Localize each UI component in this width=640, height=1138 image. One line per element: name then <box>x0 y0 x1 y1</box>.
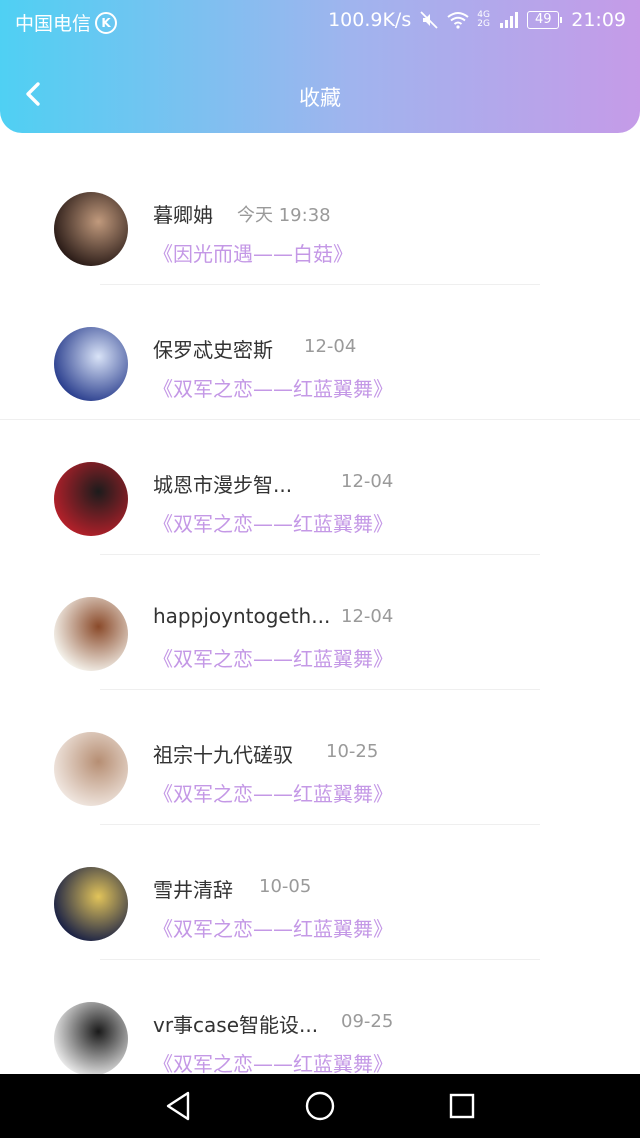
work-title-link[interactable]: 《双军之恋——红蓝翼舞》 <box>153 508 393 537</box>
timestamp: 12-04 <box>341 471 394 492</box>
avatar[interactable] <box>54 327 128 401</box>
user-name: happjoyntogeth... <box>153 604 331 628</box>
list-item[interactable]: happjoyntogeth... 12-04 《双军之恋——红蓝翼舞》 <box>0 555 640 690</box>
avatar[interactable] <box>54 192 128 266</box>
user-name: 保罗忒史密斯 <box>153 338 273 362</box>
network-type: 4G 2G <box>477 10 490 29</box>
favorites-list: 暮卿姌 今天 19:38 《因光而遇——白菇》保罗忒史密斯 12-04 《双军之恋——红… <box>0 150 640 1075</box>
work-title-link[interactable]: 《双军之恋——红蓝翼舞》 <box>153 1048 393 1075</box>
avatar[interactable] <box>54 867 128 941</box>
timestamp: 09-25 <box>341 1011 394 1032</box>
user-name: 雪井清辞 <box>153 878 233 902</box>
battery-icon: 49 <box>527 11 563 29</box>
navbar: 收藏 <box>0 60 640 132</box>
page-title: 收藏 <box>299 86 341 110</box>
work-title-link[interactable]: 《双军之恋——红蓝翼舞》 <box>153 373 393 402</box>
avatar[interactable] <box>54 1002 128 1075</box>
avatar[interactable] <box>54 462 128 536</box>
user-name: vr事case智能设... <box>153 1013 319 1037</box>
carrier-name: 中国电信 <box>15 13 92 35</box>
timestamp: 12-04 <box>304 336 357 357</box>
user-name: 祖宗十九代磋驭 <box>153 743 293 767</box>
list-item[interactable]: vr事case智能设... 09-25 《双军之恋——红蓝翼舞》 <box>0 960 640 1075</box>
list-item[interactable]: 城恩市漫步智... 12-04 《双军之恋——红蓝翼舞》 <box>0 420 640 555</box>
square-recents-icon[interactable] <box>444 1088 480 1124</box>
system-nav-bar <box>0 1074 640 1138</box>
circle-home-icon[interactable] <box>302 1088 338 1124</box>
list-item[interactable]: 暮卿姌 今天 19:38 《因光而遇——白菇》 <box>0 150 640 285</box>
status-bar: 中国电信 K 100.9K/s 4G 2G 49 21:09 <box>0 0 640 44</box>
list-item[interactable]: 祖宗十九代磋驭 10-25 《双军之恋——红蓝翼舞》 <box>0 690 640 825</box>
wifi-icon <box>447 12 469 29</box>
work-title-link[interactable]: 《双军之恋——红蓝翼舞》 <box>153 913 393 942</box>
network-speed: 100.9K/s <box>328 9 412 31</box>
avatar[interactable] <box>54 732 128 806</box>
clock: 21:09 <box>571 9 626 31</box>
header: 中国电信 K 100.9K/s 4G 2G 49 21:09 收藏 <box>0 0 640 133</box>
carrier: 中国电信 K <box>15 9 118 36</box>
user-name: 暮卿姌 <box>153 203 213 227</box>
user-name: 城恩市漫步智... <box>153 473 293 497</box>
timestamp: 10-25 <box>326 741 379 762</box>
carrier-badge-icon: K <box>95 11 118 34</box>
signal-icon <box>500 12 519 28</box>
work-title-link[interactable]: 《双军之恋——红蓝翼舞》 <box>153 643 393 672</box>
mute-icon <box>420 11 438 29</box>
timestamp: 12-04 <box>341 606 394 627</box>
timestamp: 10-05 <box>259 876 312 897</box>
status-indicators: 100.9K/s 4G 2G 49 21:09 <box>328 9 626 31</box>
list-item[interactable]: 保罗忒史密斯 12-04 《双军之恋——红蓝翼舞》 <box>0 285 640 420</box>
triangle-back-icon[interactable] <box>160 1088 196 1124</box>
work-title-link[interactable]: 《双军之恋——红蓝翼舞》 <box>153 778 393 807</box>
work-title-link[interactable]: 《因光而遇——白菇》 <box>153 238 353 267</box>
timestamp: 今天 19:38 <box>237 205 331 226</box>
list-item[interactable]: 雪井清辞 10-05 《双军之恋——红蓝翼舞》 <box>0 825 640 960</box>
avatar[interactable] <box>54 597 128 671</box>
